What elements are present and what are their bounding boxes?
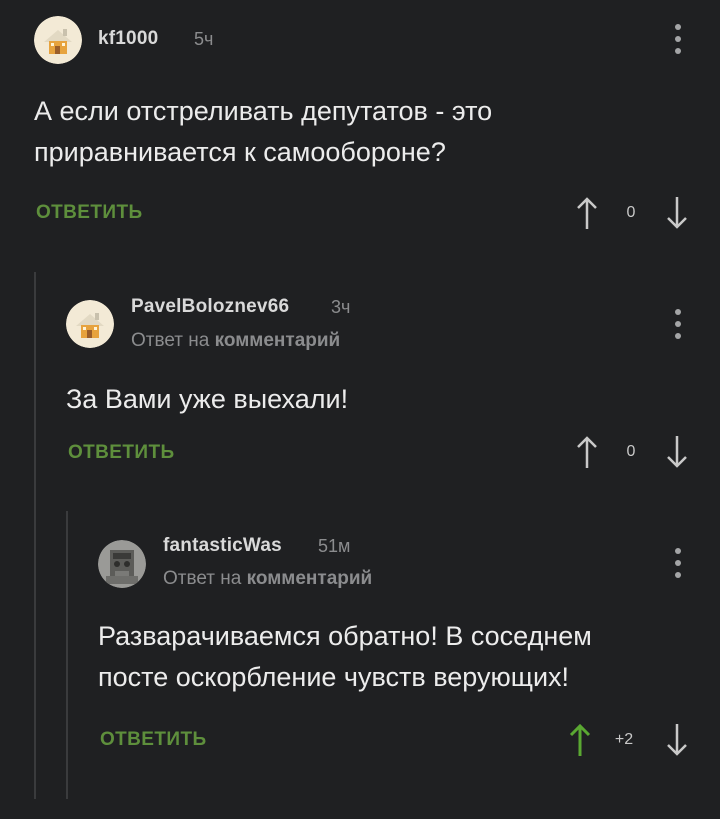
user-photo-icon — [98, 540, 146, 588]
username[interactable]: fantasticWas — [163, 535, 282, 557]
reply-to-link[interactable]: комментарий — [247, 568, 373, 589]
comment: fantasticWas 51м Ответ на комментарий Ра… — [0, 0, 720, 800]
arrow-up-icon — [569, 723, 591, 756]
downvote-button[interactable] — [662, 720, 692, 760]
arrow-down-icon — [667, 724, 687, 756]
more-options-button[interactable] — [672, 548, 684, 578]
comment-text: Разварачиваемся обратно! В соседнем пост… — [98, 616, 708, 698]
reply-to-prefix: Ответ на — [163, 568, 247, 589]
avatar[interactable] — [98, 540, 146, 588]
rating-value: +2 — [614, 731, 634, 748]
more-vertical-icon — [675, 548, 681, 554]
comment-text-line: посте оскорбление чувств верующих! — [98, 662, 570, 692]
comment-text-line: Разварачиваемся обратно! В соседнем — [98, 621, 592, 651]
reply-to-label[interactable]: Ответ на комментарий — [163, 568, 372, 590]
upvote-button[interactable] — [565, 720, 595, 760]
reply-button[interactable]: ОТВЕТИТЬ — [100, 729, 207, 751]
comment-time: 51м — [318, 536, 351, 556]
